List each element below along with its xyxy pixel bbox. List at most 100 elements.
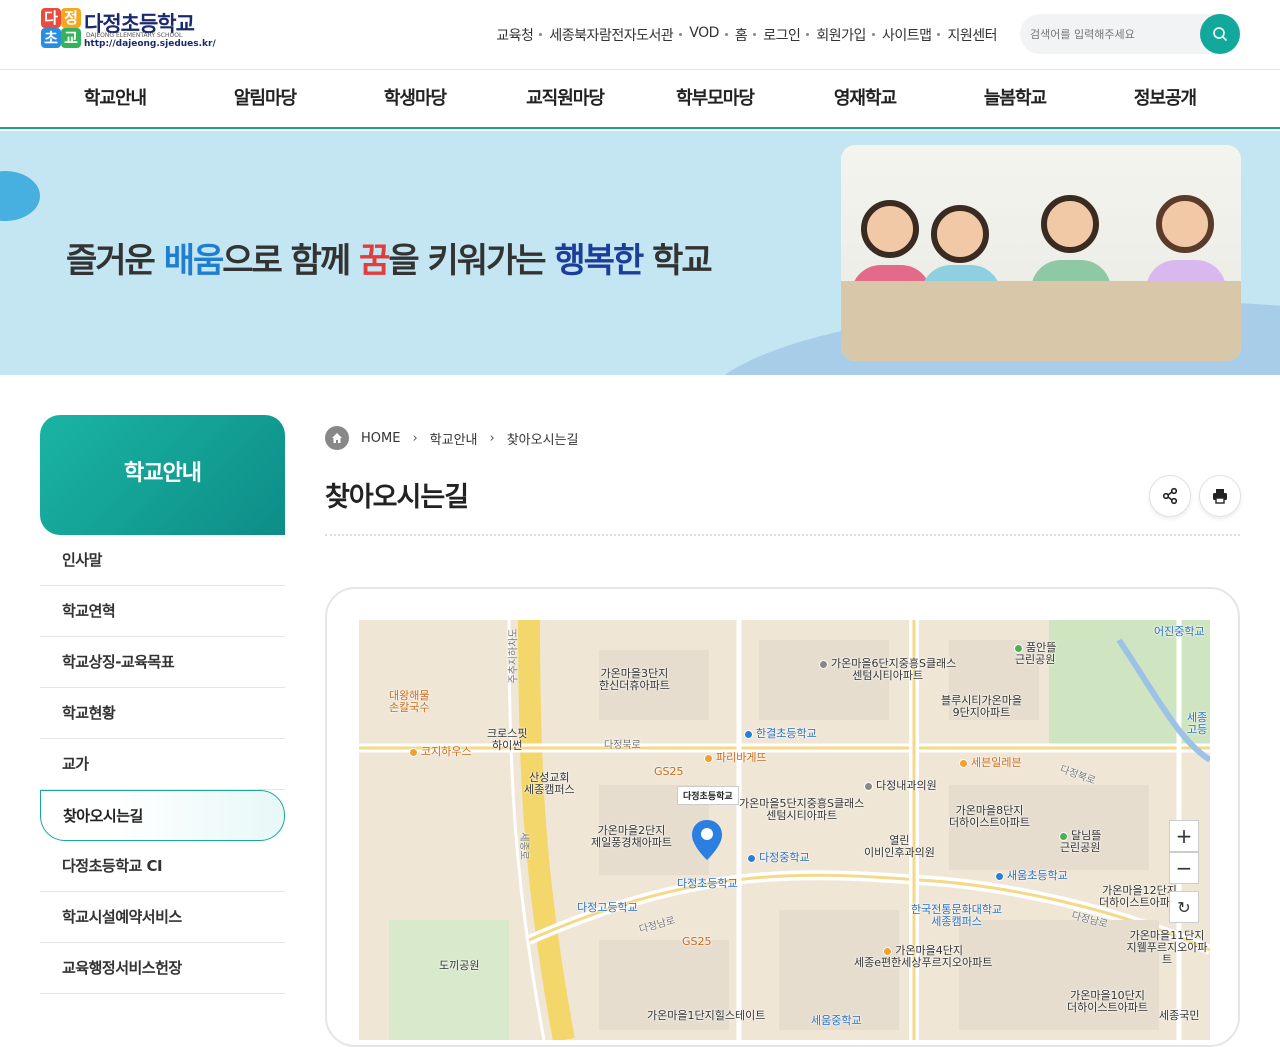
- page-title: 찾아오시는길: [325, 482, 469, 513]
- nav-item-after-school[interactable]: 늘봄학교: [940, 71, 1090, 127]
- map-label: 가온마을8단지 더하이스트아파트: [949, 804, 1030, 829]
- banner-slogan: 즐거운 배움으로 함께 꿈을 키워가는 행복한 학교: [66, 233, 713, 282]
- slogan-part: 꿈: [359, 241, 390, 281]
- zoom-in-button[interactable]: +: [1169, 820, 1199, 852]
- util-link-login[interactable]: 로그인: [753, 25, 808, 45]
- map-label-text: 가온마을6단지중흥S클래스 센텀시티아파트: [831, 657, 957, 682]
- search-icon: [1213, 27, 1228, 42]
- util-link-home[interactable]: 홈: [724, 25, 755, 45]
- map-label: 가온마을5단지중흥S클래스 센텀시티아파트: [739, 797, 865, 822]
- sidebar-item-status[interactable]: 학교현황: [40, 688, 285, 739]
- map-label: 가온마을6단지중흥S클래스 센텀시티아파트: [819, 658, 956, 682]
- site-header: 다정 초교 다정초등학교 DAJEONG ELEMENTARY SCHOOL h…: [0, 0, 1280, 70]
- slogan-part: 학교: [642, 241, 713, 281]
- park-icon: [1014, 643, 1023, 653]
- nav-item-students[interactable]: 학생마당: [340, 71, 490, 127]
- map-label: 열린 이비인후과의원: [864, 834, 935, 859]
- util-link-office[interactable]: 교육청: [488, 25, 541, 45]
- sidebar-item-history[interactable]: 학교연혁: [40, 586, 285, 637]
- util-link-vod[interactable]: VOD: [679, 25, 727, 45]
- school-logo[interactable]: 다정 초교 다정초등학교 DAJEONG ELEMENTARY SCHOOL h…: [40, 8, 220, 54]
- utility-links: 교육청 세종북자람전자도서관 VOD 홈 로그인 회원가입 사이트맵 지원센터: [488, 25, 1005, 45]
- sidebar-item-symbol-goal[interactable]: 학교상징-교육목표: [40, 637, 285, 688]
- breadcrumb-item-home[interactable]: HOME: [361, 431, 400, 446]
- sidebar-item-school-song[interactable]: 교가: [40, 739, 285, 790]
- logo-url: http://dajeong.sjedues.kr/: [84, 39, 216, 49]
- nav-item-notices[interactable]: 알림마당: [190, 71, 340, 127]
- map-label: 도끼공원: [439, 959, 480, 972]
- nav-item-staff[interactable]: 교직원마당: [490, 71, 640, 127]
- main-content: HOME › 학교안내 › 찾아오시는길 찾아오시는길 가온마을3단지 한신더휴…: [325, 415, 1241, 1047]
- map-label: 어진중학교: [1154, 625, 1205, 638]
- util-link-signup[interactable]: 회원가입: [806, 25, 874, 45]
- photo-desk: [841, 281, 1241, 361]
- search-input[interactable]: [1030, 24, 1190, 44]
- util-link-library[interactable]: 세종북자람전자도서관: [539, 25, 681, 45]
- map-label: 세움중학교: [811, 1014, 862, 1027]
- map-label: 달님뜰 근린공원: [1059, 830, 1101, 854]
- location-pin-icon[interactable]: [692, 820, 722, 860]
- school-icon: [744, 729, 753, 739]
- zoom-out-button[interactable]: −: [1169, 852, 1199, 884]
- map-label: 크로스핏 하이썬: [487, 727, 528, 752]
- sidebar-item-facility-reservation[interactable]: 학교시설예약서비스: [40, 892, 285, 943]
- share-button[interactable]: [1149, 475, 1191, 517]
- map-marker-label: 다정초등학교: [677, 786, 739, 805]
- share-icon: [1162, 487, 1178, 505]
- park-icon: [1059, 831, 1068, 841]
- nav-item-school-info[interactable]: 학교안내: [40, 71, 190, 127]
- search-button[interactable]: [1200, 14, 1240, 54]
- restaurant-icon: [409, 747, 418, 757]
- map-label: 한결초등학교: [744, 728, 817, 740]
- map-label: 가온마을4단지 세종e편한세상푸르지오아파트: [854, 945, 992, 969]
- sidebar: 학교안내 인사말 학교연혁 학교상징-교육목표 학교현황 교가 찾아오시는길 다…: [40, 415, 285, 994]
- map-label: 가온마을3단지 한신더휴아파트: [599, 667, 670, 692]
- map-label: 가온마을11단지 지웰푸르지오아파트: [1126, 929, 1208, 966]
- printer-icon: [1213, 489, 1227, 504]
- util-link-support[interactable]: 지원센터: [937, 25, 1005, 45]
- sidebar-item-greeting[interactable]: 인사말: [40, 535, 285, 586]
- nav-item-parents[interactable]: 학부모마당: [640, 71, 790, 127]
- slogan-part: 행복한: [554, 241, 644, 281]
- apartment-icon: [883, 946, 893, 956]
- map-label-text: 파리바게뜨: [716, 751, 767, 764]
- map-label: 가온마을2단지 제일풍경채아파트: [591, 824, 672, 849]
- logo-char: 초: [41, 28, 61, 48]
- decor-blob: [0, 171, 40, 221]
- sidebar-item-directions[interactable]: 찾아오시는길: [40, 790, 285, 841]
- refresh-icon[interactable]: ↻: [1169, 891, 1199, 923]
- road-label: 다정북로: [604, 740, 641, 751]
- print-button[interactable]: [1199, 475, 1241, 517]
- location-map[interactable]: 가온마을3단지 한신더휴아파트 가온마을6단지중흥S클래스 센텀시티아파트 품안뜰 근…: [359, 620, 1210, 1040]
- util-link-sitemap[interactable]: 사이트맵: [871, 25, 940, 45]
- school-icon: [995, 871, 1004, 881]
- map-label: 파리바게뜨: [704, 752, 767, 764]
- slogan-part: 으로 함께: [222, 241, 360, 281]
- map-label: GS25: [654, 765, 684, 778]
- map-label: 가온마을10단지 더하이스트아파트: [1067, 989, 1148, 1014]
- chevron-right-icon: ›: [412, 430, 418, 446]
- map-label: 가온마을1단지힐스테이트: [647, 1009, 766, 1022]
- road-label: 세종로: [517, 832, 529, 860]
- map-label: 한국전통문화대학교 세종캠퍼스: [911, 903, 1003, 928]
- sidebar-item-ci[interactable]: 다정초등학교 CI: [40, 841, 285, 892]
- nav-item-disclosure[interactable]: 정보공개: [1090, 71, 1240, 127]
- sub-visual-banner: 즐거운 배움으로 함께 꿈을 키워가는 행복한 학교: [0, 131, 1280, 375]
- map-label-text: 다정내과의원: [876, 779, 937, 792]
- map-label: 블루시티가온마을 9단지아파트: [941, 694, 1022, 719]
- banner-photo-students: [841, 145, 1241, 361]
- map-label: 품안뜰 근린공원: [1014, 642, 1056, 666]
- breadcrumb-item-section[interactable]: 학교안내: [430, 429, 478, 448]
- home-icon[interactable]: [325, 426, 349, 450]
- logo-char: 다: [41, 8, 61, 28]
- breadcrumb: HOME › 학교안내 › 찾아오시는길: [325, 415, 1240, 461]
- sidebar-item-service-charter[interactable]: 교육행정서비스헌장: [40, 943, 285, 994]
- map-label: 다정내과의원: [864, 780, 937, 792]
- shop-icon: [959, 758, 968, 768]
- map-label: 세종국민: [1159, 1009, 1200, 1022]
- title-divider: [325, 534, 1240, 536]
- school-icon: [747, 853, 756, 863]
- nav-item-gifted[interactable]: 영재학교: [790, 71, 940, 127]
- main-navigation: 학교안내 알림마당 학생마당 교직원마당 학부모마당 영재학교 늘봄학교 정보공…: [0, 71, 1280, 129]
- logo-english-name: DAJEONG ELEMENTARY SCHOOL: [86, 32, 183, 39]
